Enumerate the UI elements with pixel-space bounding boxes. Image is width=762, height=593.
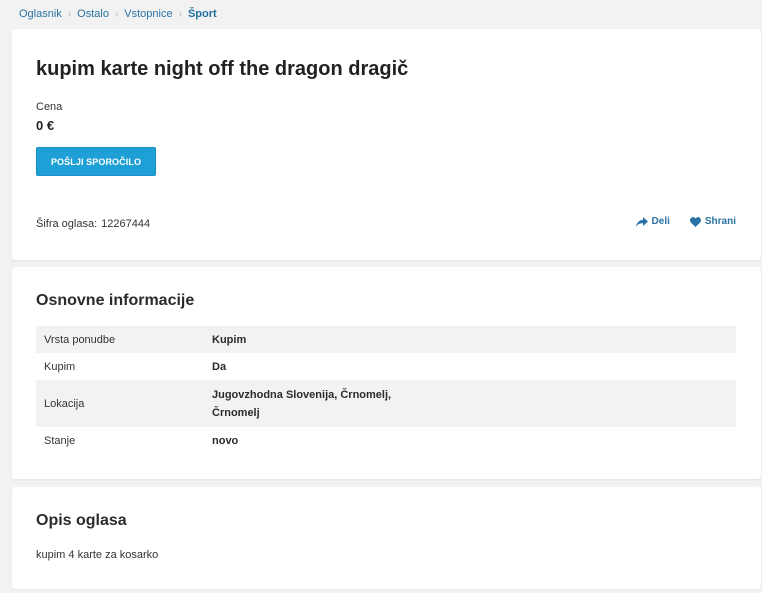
location-line-1: Jugovzhodna Slovenija, Črnomelj, — [212, 388, 392, 401]
table-row: Kupim Da — [36, 353, 736, 380]
info-key: Stanje — [44, 434, 76, 447]
info-table: Vrsta ponudbe Kupim Kupim Da Lokacija Ju… — [36, 326, 736, 454]
ad-actions: Deli Shrani — [635, 216, 736, 227]
basic-info-card: Osnovne informacije Vrsta ponudbe Kupim … — [12, 267, 761, 479]
info-key: Lokacija — [44, 397, 85, 410]
info-key: Vrsta ponudbe — [44, 333, 116, 346]
ad-code-label: Šifra oglasa: — [36, 218, 98, 230]
save-label: Shrani — [704, 216, 736, 227]
info-key: Kupim — [44, 360, 76, 373]
ad-code: Šifra oglasa: 12267444 — [36, 218, 150, 230]
ad-code-value: 12267444 — [101, 218, 151, 230]
description-text: kupim 4 karte za kosarko — [36, 549, 159, 561]
table-row: Stanje novo — [36, 427, 736, 454]
breadcrumb: Oglasnik › Ostalo › Vstopnice › Šport — [19, 8, 217, 20]
breadcrumb-item-oglasnik[interactable]: Oglasnik — [19, 8, 62, 20]
chevron-right-icon: › — [178, 8, 182, 20]
breadcrumb-item-ostalo[interactable]: Ostalo — [77, 8, 109, 20]
table-row: Vrsta ponudbe Kupim — [36, 326, 736, 353]
share-label: Deli — [651, 216, 670, 227]
info-value: Kupim — [212, 333, 247, 346]
save-button[interactable]: Shrani — [689, 216, 736, 227]
info-value: Jugovzhodna Slovenija, Črnomelj, Črnomel… — [204, 380, 736, 427]
heart-icon — [689, 216, 701, 227]
share-button[interactable]: Deli — [635, 216, 670, 227]
table-row: Lokacija Jugovzhodna Slovenija, Črnomelj… — [36, 380, 736, 427]
send-message-button[interactable]: POŠLJI SPOROČILO — [36, 147, 156, 176]
description-card: Opis oglasa kupim 4 karte za kosarko — [12, 487, 761, 589]
page-title: kupim karte night off the dragon dragič — [36, 58, 409, 80]
share-icon — [635, 216, 648, 227]
price-value: 0 € — [36, 118, 55, 133]
breadcrumb-item-sport[interactable]: Šport — [188, 8, 217, 20]
location-line-2: Črnomelj — [212, 406, 260, 419]
chevron-right-icon: › — [67, 8, 72, 20]
price-label: Cena — [36, 101, 63, 113]
info-value: Da — [212, 360, 227, 373]
section-title-basic-info: Osnovne informacije — [36, 292, 195, 309]
info-value: novo — [212, 434, 239, 447]
chevron-right-icon: › — [114, 8, 119, 20]
breadcrumb-item-vstopnice[interactable]: Vstopnice — [124, 8, 172, 20]
ad-summary-card: kupim karte night off the dragon dragič … — [12, 29, 761, 260]
section-title-description: Opis oglasa — [36, 512, 127, 529]
